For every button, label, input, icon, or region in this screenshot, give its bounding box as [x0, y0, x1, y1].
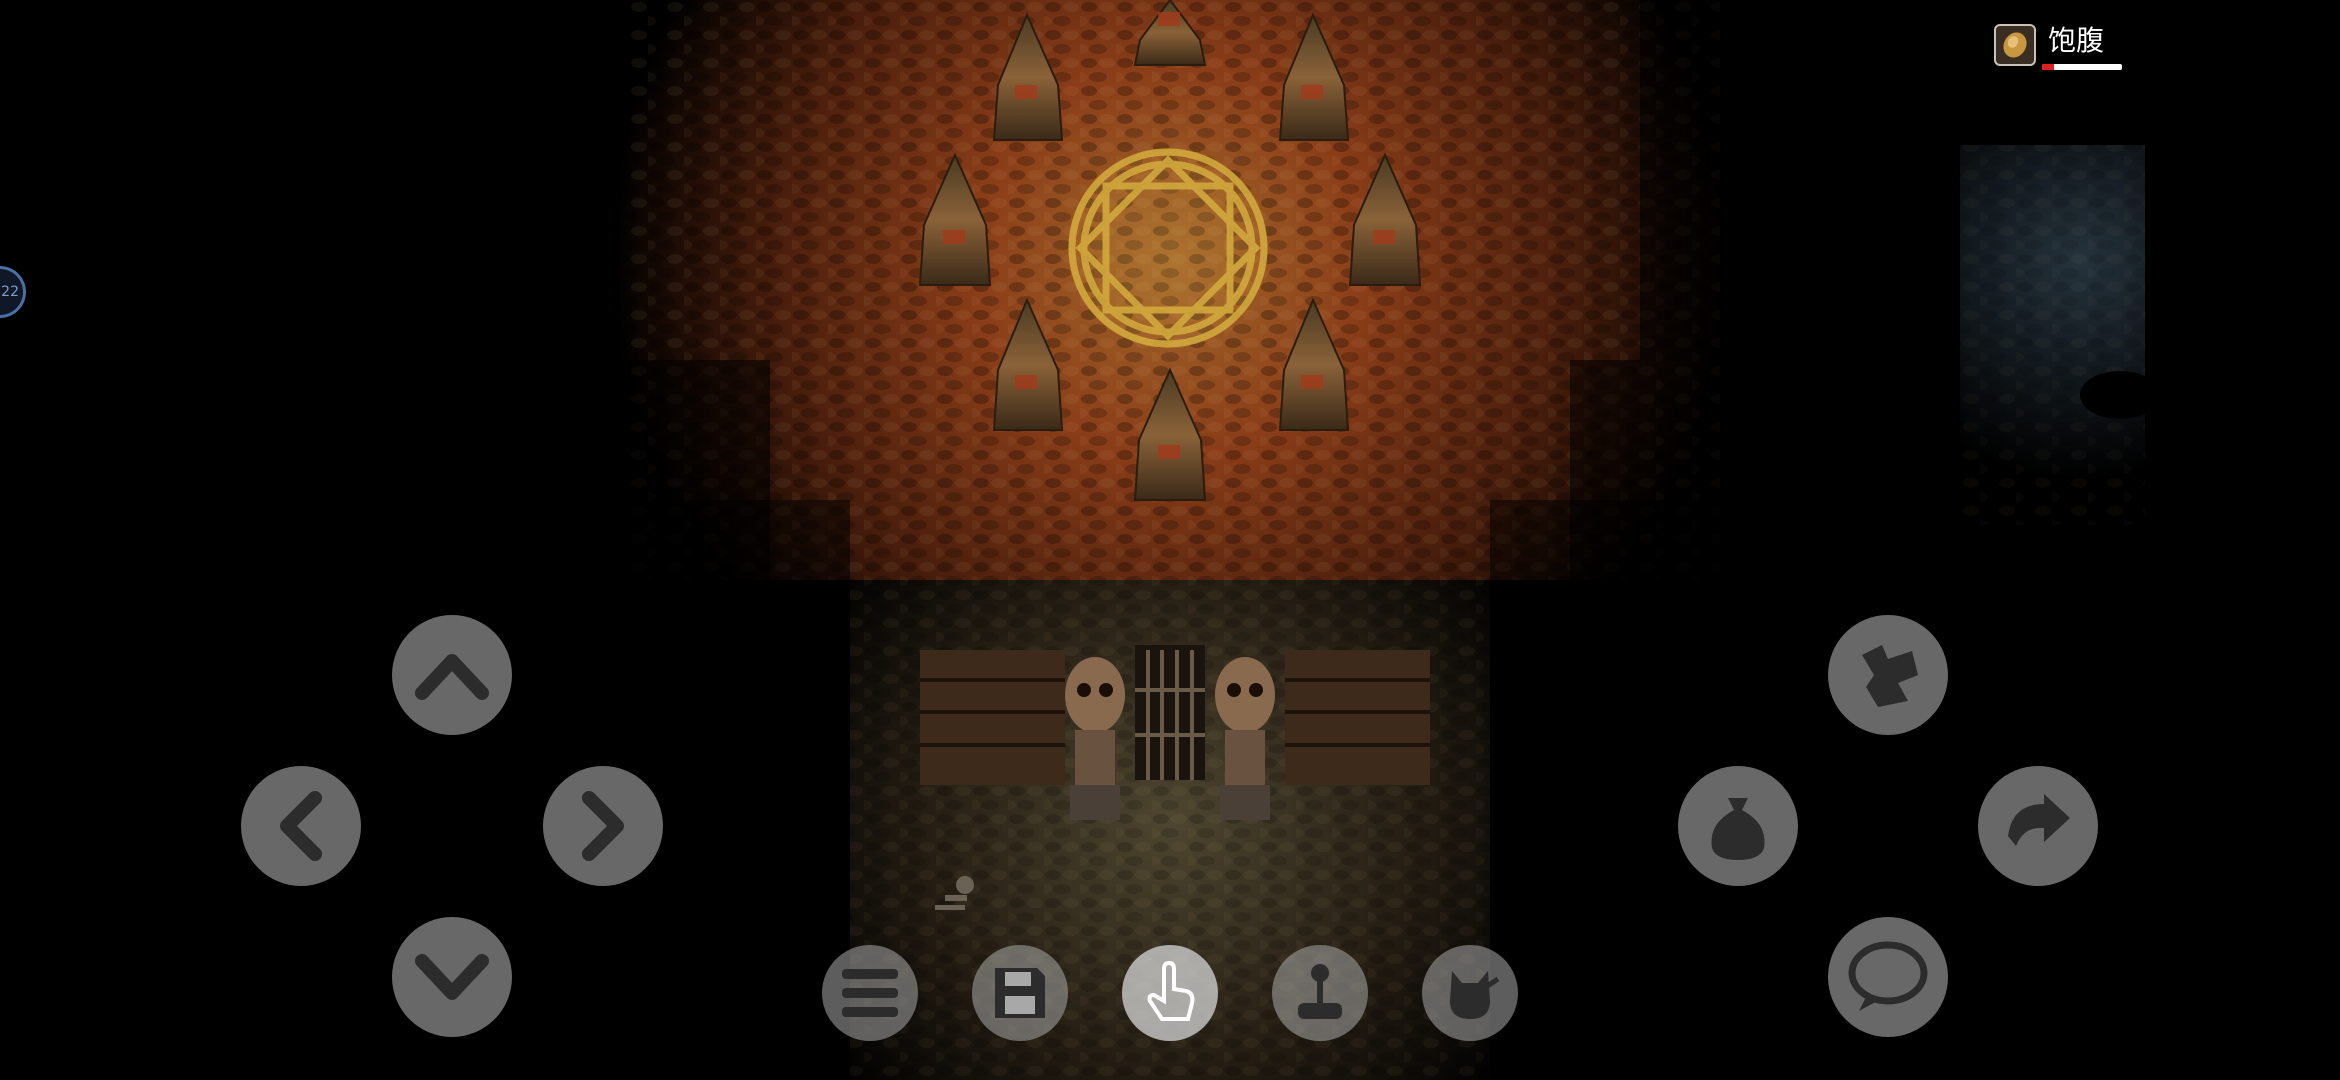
chevron-down-icon [415, 954, 489, 1000]
scroll-map-icon [1862, 645, 1918, 707]
touch-mode-button[interactable] [1122, 945, 1218, 1041]
map-button[interactable] [1828, 615, 1948, 735]
main-menu-button[interactable] [822, 945, 918, 1041]
save-button[interactable] [972, 945, 1068, 1041]
pointing-hand-icon [1147, 961, 1195, 1021]
dungeon-scene [620, 0, 2160, 1080]
dpad-right-button[interactable] [543, 766, 663, 886]
character-button[interactable] [1422, 945, 1518, 1041]
dpad-up-button[interactable] [392, 615, 512, 735]
chevron-right-icon [582, 791, 624, 861]
curved-arrow-icon [2008, 794, 2070, 846]
game-screen: 22 饱腹 [0, 0, 2340, 1080]
dpad-down-button[interactable] [392, 917, 512, 1037]
hamburger-menu-icon [842, 969, 898, 1017]
cat-silhouette-icon [1450, 971, 1500, 1019]
side-badge-text: 22 [1, 284, 19, 300]
chevron-up-icon [415, 654, 489, 700]
bread-icon [1994, 24, 2036, 66]
controller-settings-button[interactable] [1272, 945, 1368, 1041]
sack-icon [1711, 798, 1765, 860]
fullness-label: 饱腹 [2048, 24, 2105, 57]
fullness-bar [2042, 64, 2122, 70]
dpad-left-button[interactable] [241, 766, 361, 886]
fullness-status: 饱腹 [1994, 24, 2124, 74]
bag-button[interactable] [1678, 766, 1798, 886]
joystick-icon [1298, 964, 1342, 1019]
floppy-disk-icon [995, 968, 1045, 1018]
action-redo-button[interactable] [1978, 766, 2098, 886]
chat-button[interactable] [1828, 917, 1948, 1037]
speech-bubble-icon [1848, 941, 1928, 1011]
chevron-left-icon [280, 791, 322, 861]
fullness-bar-fill [2042, 64, 2054, 70]
